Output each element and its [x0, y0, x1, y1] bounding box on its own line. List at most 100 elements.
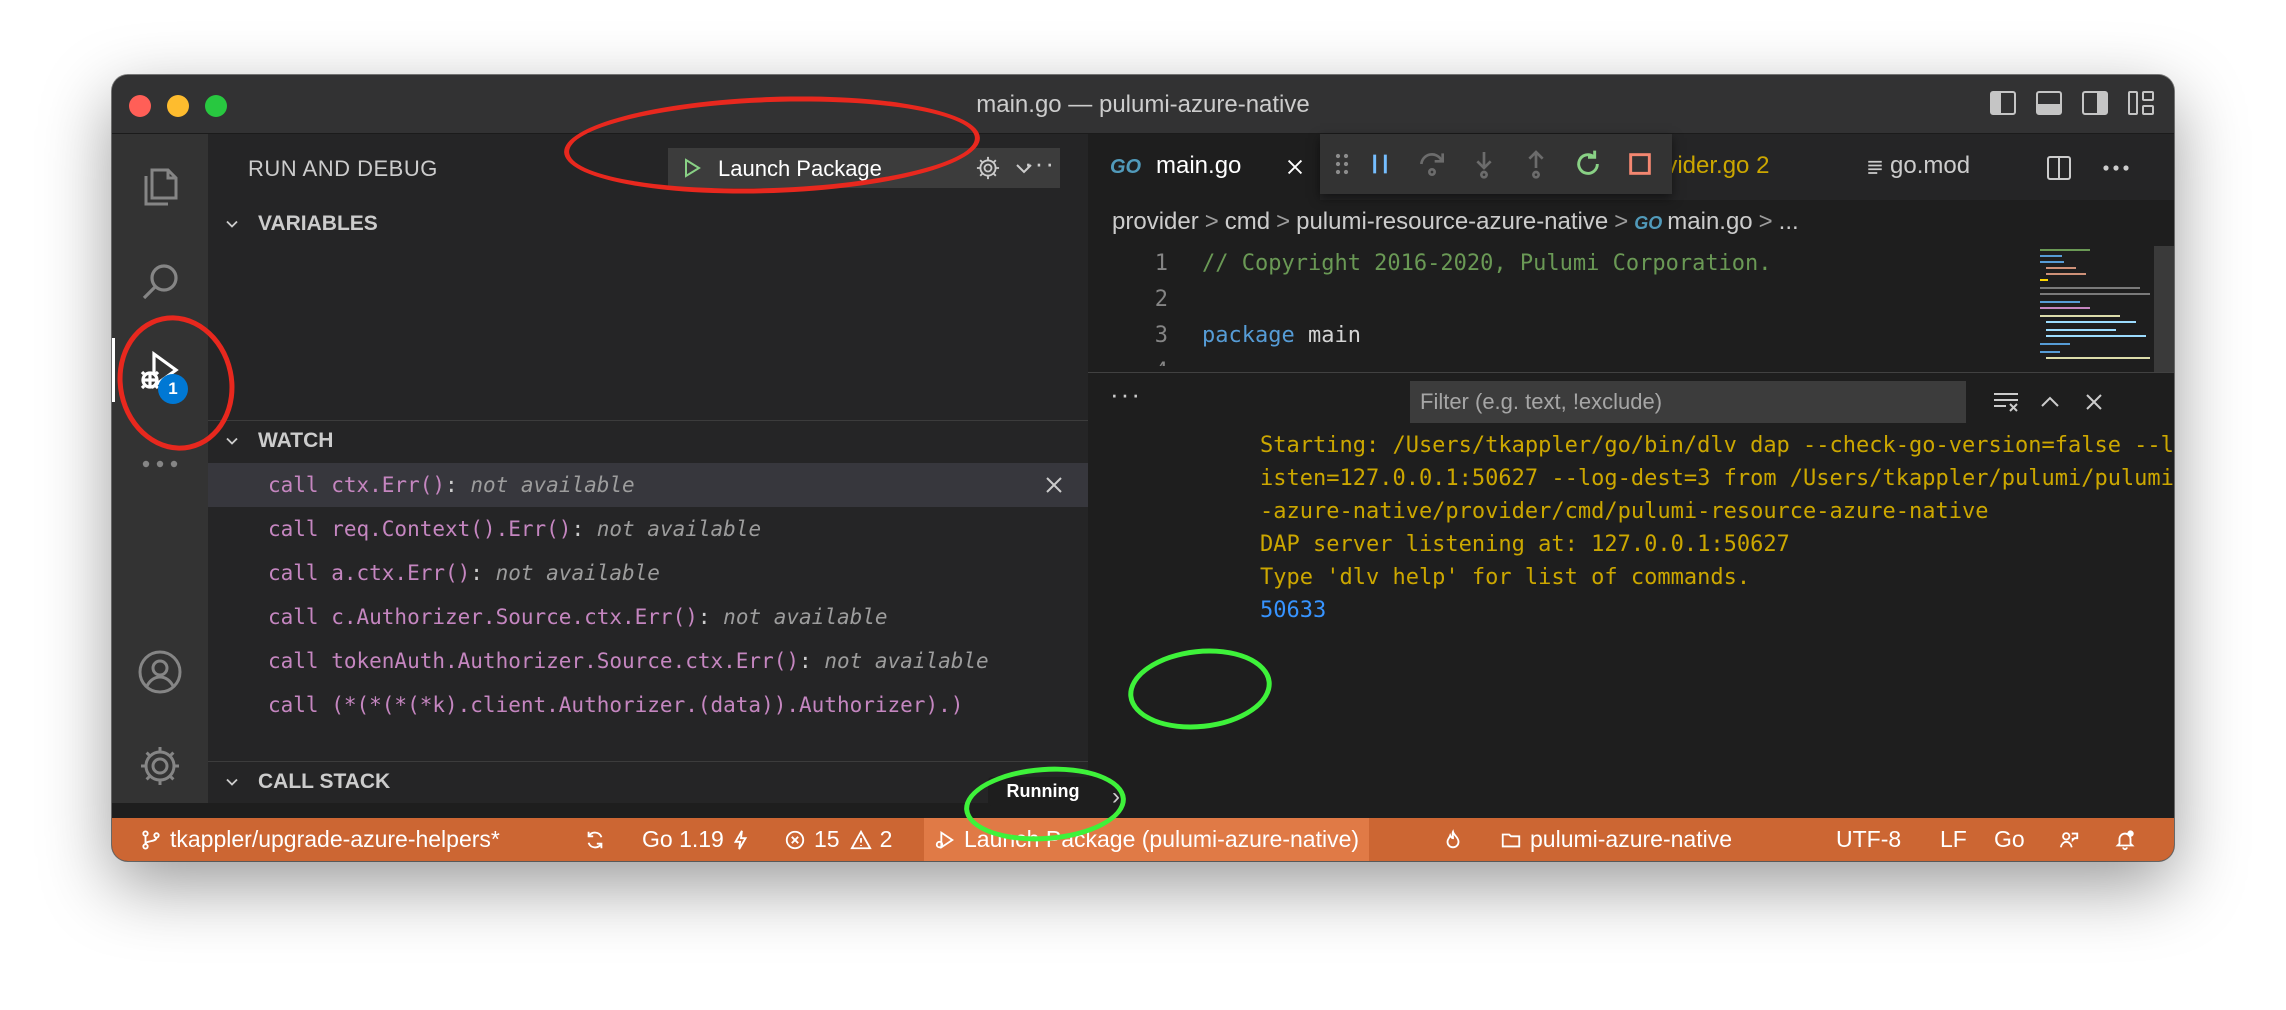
warning-icon [849, 829, 872, 849]
watch-item[interactable]: call c.Authorizer.Source.ctx.Err(): not … [208, 595, 1088, 639]
workspace-folder-item[interactable]: pulumi-azure-native [1500, 818, 1732, 861]
eol-item[interactable]: LF [1940, 818, 1967, 861]
split-editor-icon[interactable] [2047, 156, 2071, 180]
open-launch-json-gear-icon[interactable] [974, 154, 1002, 182]
tab-go-mod-label: go.mod [1890, 152, 1971, 179]
git-branch-icon [142, 829, 160, 850]
breadcrumb-item[interactable]: provider [1112, 208, 1199, 235]
step-over-icon[interactable] [1416, 148, 1448, 180]
variables-section-title: VARIABLES [258, 212, 378, 235]
ellipsis-icon [142, 460, 178, 468]
clear-console-icon[interactable] [1992, 389, 2020, 415]
git-branch-item[interactable]: tkappler/upgrade-azure-helpers* [140, 818, 500, 861]
customize-layout-icon[interactable] [2128, 91, 2154, 115]
sidebar-more-actions[interactable]: ··· [1024, 148, 1056, 179]
watch-item[interactable]: call tokenAuth.Authorizer.Source.ctx.Err… [208, 639, 1088, 683]
panel-more-actions[interactable]: ··· [1110, 379, 1142, 410]
variables-section-header[interactable]: VARIABLES [208, 204, 1088, 244]
chevron-down-icon [226, 437, 238, 445]
minimap[interactable] [2034, 246, 2154, 372]
code-line: 1// Copyright 2016-2020, Pulumi Corporat… [1154, 251, 1772, 276]
notifications-button[interactable] [2114, 818, 2144, 861]
title-bar: main.go — pulumi-azure-native [112, 75, 2174, 134]
start-debugging-icon[interactable] [680, 156, 704, 180]
toggle-panel-icon[interactable] [2036, 91, 2062, 115]
gear-icon [141, 747, 179, 785]
account-icon [138, 650, 182, 694]
sync-button[interactable] [584, 818, 614, 861]
breadcrumb-item[interactable]: pulumi-resource-azure-native [1296, 208, 1608, 235]
call-stack-section-header[interactable]: CALL STACK [208, 761, 1088, 802]
debug-console-output: Starting: /Users/tkappler/go/bin/dlv dap… [1088, 429, 2174, 627]
go-version-item[interactable]: Go 1.19 [642, 818, 760, 861]
breadcrumb-item[interactable]: main.go [1667, 208, 1752, 235]
output-line: isten=127.0.0.1:50627 --log-dest=3 from … [1260, 466, 2174, 491]
language-mode-item[interactable]: Go [1994, 818, 2025, 861]
window-title: main.go — pulumi-azure-native [976, 91, 1310, 118]
watch-section-title: WATCH [258, 429, 334, 452]
code-editor[interactable]: 1// Copyright 2016-2020, Pulumi Corporat… [1088, 246, 1988, 366]
tab-go-mod[interactable]: go.mod [1858, 134, 2018, 200]
output-line: DAP server listening at: 127.0.0.1:50627 [1260, 532, 1790, 557]
accounts-button[interactable] [112, 632, 208, 712]
manage-button[interactable] [112, 726, 208, 806]
editor-area: GO main.go ovider.go 2 go.mod provider >… [1088, 134, 2174, 804]
code-line: 2 [1154, 287, 1168, 312]
run-and-debug-button[interactable]: 1 [112, 330, 208, 410]
search-button[interactable] [112, 242, 208, 322]
bell-icon [2115, 829, 2135, 850]
step-into-icon[interactable] [1468, 148, 1500, 180]
breadcrumb-item[interactable]: ... [1779, 208, 1799, 235]
maximize-panel-chevron-up-icon[interactable] [2036, 389, 2064, 415]
chevron-down-icon [226, 220, 238, 228]
debug-alt-icon [935, 830, 954, 849]
feedback-icon [2059, 831, 2079, 848]
close-icon[interactable] [1284, 156, 1306, 178]
debug-console-panel: ··· Starting: /Users/tkappler/go/bin/dlv… [1088, 372, 2174, 804]
toggle-primary-sidebar-icon[interactable] [1990, 91, 2016, 115]
activity-bar: 1 [112, 134, 208, 803]
tab-main-go[interactable]: GO main.go [1088, 134, 1320, 200]
watch-item[interactable]: call (*(*(*(*k).client.Authorizer.(data)… [208, 683, 1088, 727]
watch-list: call ctx.Err(): not available call req.C… [208, 463, 1088, 761]
watch-item[interactable]: call req.Context().Err(): not available [208, 507, 1088, 551]
more-views-button[interactable] [112, 424, 208, 504]
debug-console-filter-input[interactable] [1410, 381, 1966, 423]
restart-icon[interactable] [1572, 148, 1604, 180]
stop-icon[interactable] [1624, 148, 1656, 180]
run-and-debug-sidebar: RUN AND DEBUG Launch Package ··· VARIABL… [208, 134, 1088, 803]
sync-icon [587, 831, 603, 848]
breadcrumb: provider > cmd > pulumi-resource-azure-nativ… [1112, 208, 1799, 235]
console-input-prompt[interactable]: › [1112, 783, 1120, 811]
toggle-secondary-sidebar-icon[interactable] [2082, 91, 2108, 115]
encoding-item[interactable]: UTF-8 [1836, 818, 1901, 861]
flame-button[interactable] [1442, 818, 1472, 861]
output-port-line: 50633 [1260, 598, 1327, 623]
list-file-icon [1868, 160, 1882, 174]
minimap-scroll-slider[interactable] [2154, 246, 2174, 372]
explorer-button[interactable] [112, 146, 208, 226]
lightning-icon [733, 829, 748, 850]
remove-watch-close-icon[interactable] [1042, 473, 1066, 497]
output-line: Type 'dlv help' for list of commands. [1260, 565, 1751, 590]
step-out-icon[interactable] [1520, 148, 1552, 180]
more-actions-icon[interactable] [2103, 165, 2129, 171]
tab-main-go-label: main.go [1156, 152, 1242, 179]
watch-item[interactable]: call a.ctx.Err(): not available [208, 551, 1088, 595]
problems-item[interactable]: 15 2 [784, 818, 892, 861]
running-status-label: Running [988, 777, 1098, 806]
pause-icon[interactable] [1364, 148, 1396, 180]
go-file-icon: GO [1110, 156, 1142, 178]
breadcrumb-item[interactable]: cmd [1225, 208, 1270, 235]
flame-icon [1446, 828, 1460, 848]
drag-handle-icon[interactable] [1332, 148, 1352, 180]
feedback-button[interactable] [2058, 818, 2088, 861]
debug-target-item[interactable]: Launch Package (pulumi-azure-native) [924, 818, 1370, 861]
watch-item[interactable]: call ctx.Err(): not available [208, 463, 1088, 507]
code-line: 4 [1088, 354, 1988, 366]
close-panel-icon[interactable] [2080, 389, 2108, 415]
vscode-window: main.go — pulumi-azure-native 1 RUN AND … [112, 75, 2174, 861]
watch-section-header[interactable]: WATCH [208, 420, 1088, 461]
debug-session-badge: 1 [158, 374, 188, 404]
editor-actions [2047, 156, 2129, 180]
